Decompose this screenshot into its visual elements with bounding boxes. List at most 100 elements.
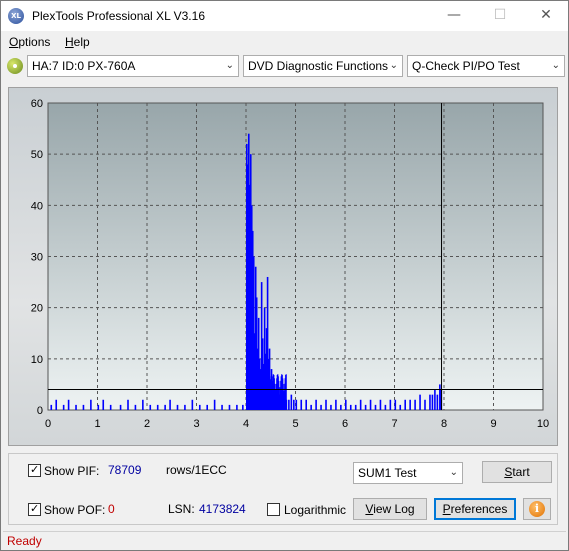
show-pif-checkbox[interactable]: ✓ [28, 463, 41, 477]
start-button[interactable]: Start [482, 461, 552, 483]
pif-value: 78709 [108, 463, 142, 477]
show-pof-checkbox[interactable]: ✓ [28, 502, 41, 516]
controls-panel: ✓ Show PIF: 78709 rows/1ECC SUM1 Test ⌄ … [8, 453, 558, 525]
lsn-label: LSN: [168, 502, 195, 516]
preferences-button[interactable]: Preferences [434, 498, 516, 520]
pif-bar [228, 404, 231, 410]
pif-bar [102, 399, 105, 410]
pif-bar [164, 404, 166, 410]
y-tick-label: 50 [31, 149, 43, 161]
pif-bar [184, 404, 186, 410]
menu-options-label: ptions [18, 35, 51, 49]
y-tick-label: 10 [31, 354, 43, 366]
view-log-button[interactable]: View Log [353, 498, 427, 520]
test-type-select[interactable]: Q-Check PI/PO Test ⌄ [407, 55, 565, 77]
chevron-down-icon: ⌄ [225, 60, 234, 71]
pif-bar [221, 404, 223, 410]
pif-bar [419, 394, 421, 410]
pif-bar [290, 394, 293, 410]
chevron-down-icon: ⌄ [551, 60, 560, 71]
x-tick-label: 6 [342, 418, 348, 430]
pif-bar [169, 399, 171, 410]
pif-bar [369, 399, 372, 410]
close-button[interactable]: ✕ [523, 1, 569, 31]
pif-bar [236, 404, 238, 410]
status-text: Ready [7, 534, 42, 548]
pif-bar [67, 399, 70, 410]
pif-bar [176, 404, 179, 410]
drive-select[interactable]: HA:7 ID:0 PX-760A ⌄ [27, 55, 239, 77]
info-button[interactable]: i [523, 498, 551, 520]
status-bar: Ready [3, 531, 566, 549]
function-select[interactable]: DVD Diagnostic Functions ⌄ [243, 55, 403, 77]
x-tick-label: 5 [292, 418, 298, 430]
info-icon: i [529, 501, 545, 517]
menu-options[interactable]: Options [9, 35, 50, 49]
pif-bar [349, 404, 352, 410]
pif-bar [310, 404, 312, 410]
pif-bar [340, 404, 342, 410]
pif-bar [285, 374, 287, 410]
maximize-button[interactable]: ☐ [477, 1, 523, 31]
pif-bar [156, 404, 159, 410]
preferences-button-label: references [450, 502, 508, 516]
y-tick-label: 30 [31, 252, 43, 264]
pif-bar [119, 404, 122, 410]
x-tick-label: 9 [490, 418, 496, 430]
chart-panel: 0 1 2 3 4 5 6 7 8 9 10 0 10 20 30 40 50 60 [8, 87, 558, 446]
selector-row: HA:7 ID:0 PX-760A ⌄ DVD Diagnostic Funct… [1, 53, 568, 79]
pif-bar [431, 394, 434, 410]
x-tick-label: 3 [193, 418, 199, 430]
show-pof-label: Show POF: [44, 503, 106, 517]
pif-bar [399, 404, 402, 410]
sum-test-select[interactable]: SUM1 Test ⌄ [353, 462, 463, 484]
x-tick-label: 10 [537, 418, 549, 430]
pif-bar [142, 399, 144, 410]
pif-bar [134, 404, 137, 410]
y-tick-label: 20 [31, 303, 43, 315]
pif-bar [62, 404, 65, 410]
pif-bar [305, 399, 307, 410]
pif-bar [55, 399, 58, 410]
drive-select-value: HA:7 ID:0 PX-760A [32, 59, 136, 73]
pif-bar [97, 404, 100, 410]
start-button-label: tart [512, 465, 530, 479]
pif-bar [424, 399, 426, 410]
pif-unit: rows/1ECC [166, 463, 227, 477]
pif-bar [404, 399, 406, 410]
chevron-down-icon: ⌄ [449, 467, 458, 478]
menu-bar: Options Help [1, 32, 568, 52]
function-select-value: DVD Diagnostic Functions [248, 59, 389, 73]
check-icon: ✓ [30, 502, 40, 515]
menu-help[interactable]: Help [65, 35, 90, 49]
app-logo-icon: XL [8, 8, 24, 24]
minimize-button[interactable]: — [431, 1, 477, 31]
pif-bar [379, 399, 382, 410]
pif-bar [325, 399, 327, 410]
x-tick-label: 1 [94, 418, 100, 430]
main-window: XL PlexTools Professional XL V3.16 — ☐ ✕… [0, 0, 569, 551]
x-tick-label: 0 [45, 418, 51, 430]
pif-bar [394, 399, 397, 410]
y-tick-label: 0 [37, 405, 43, 417]
pif-bar [315, 399, 317, 410]
menu-help-label: elp [73, 35, 90, 49]
pif-bar [429, 394, 431, 410]
preferences-button-mnemonic: P [442, 502, 451, 516]
pif-bar [320, 404, 322, 410]
x-tick-label: 4 [243, 418, 249, 430]
pif-bar [206, 404, 208, 410]
pif-bar [389, 399, 392, 410]
menu-help-mnemonic: H [65, 35, 74, 49]
pif-bar [109, 404, 112, 410]
y-tick-label: 60 [31, 98, 43, 110]
pof-value: 0 [108, 502, 115, 516]
pif-chart: 0 1 2 3 4 5 6 7 8 9 10 0 10 20 30 40 50 60 [31, 98, 549, 430]
pif-bar [293, 399, 295, 410]
pif-bar [149, 404, 152, 410]
x-tick-label: 8 [441, 418, 447, 430]
pif-bar [295, 399, 298, 410]
menu-options-mnemonic: O [9, 35, 19, 49]
logarithmic-checkbox[interactable] [267, 503, 280, 516]
pif-bar [50, 404, 53, 410]
